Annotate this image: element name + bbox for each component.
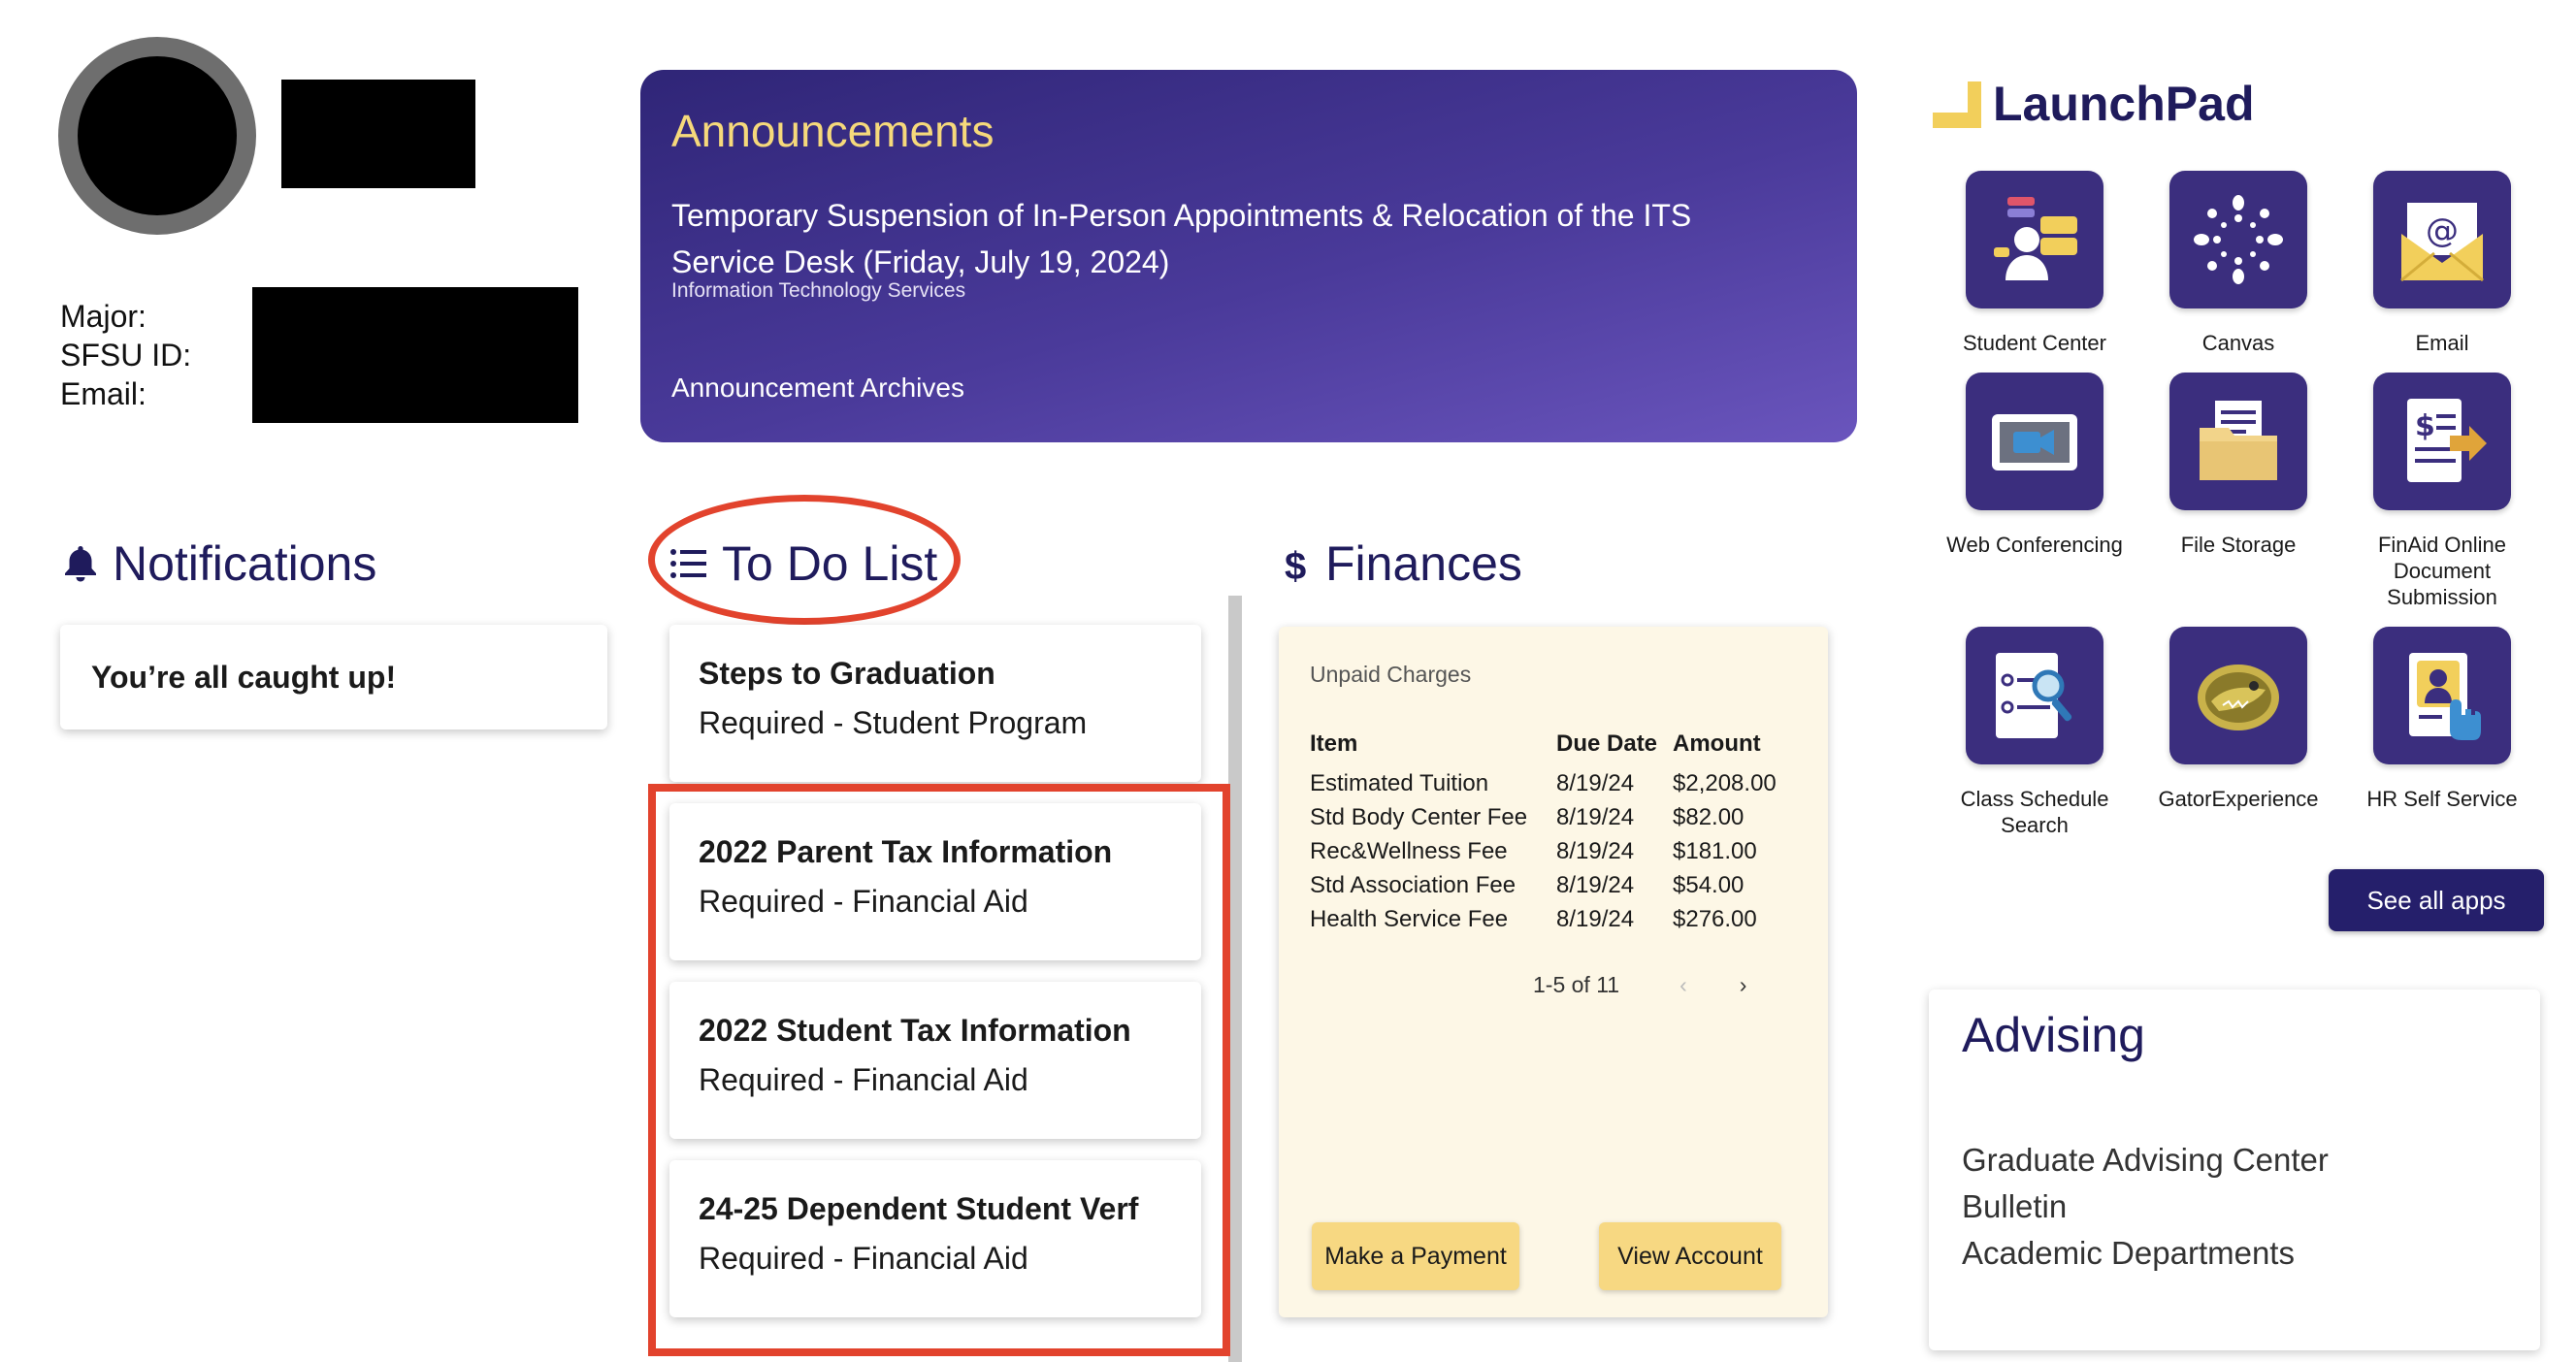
view-account-button[interactable]: View Account [1599,1222,1781,1290]
announcement-link[interactable]: Temporary Suspension of In-Person Appoin… [671,192,1797,285]
charge-item: Health Service Fee [1310,906,1509,932]
app-label: Canvas [2201,331,2275,355]
table-row: Estimated Tuition 8/19/24 $2,208.00 [1310,771,1777,805]
chevron-left-icon[interactable]: ‹ [1679,972,1687,998]
todo-item-title: Steps to Graduation [699,656,995,691]
schedule-search-icon [1966,627,2103,764]
hr-badge-icon [2373,627,2511,764]
avatar [58,37,256,235]
announcement-archives-link[interactable]: Announcement Archives [671,373,964,404]
folder-icon [2169,373,2307,510]
notifications-card: You’re all caught up! [60,625,607,730]
advising-card: Advising Graduate Advising Center Bullet… [1929,989,2540,1350]
notifications-title: Notifications [113,536,377,591]
app-label: Class Schedule Search [1960,787,2109,837]
academic-departments-link[interactable]: Academic Departments [1962,1230,2507,1277]
column-header-item: Item [1310,730,1358,757]
charge-item: Rec&Wellness Fee [1310,838,1508,864]
major-label: Major: [60,299,147,334]
table-row: Health Service Fee 8/19/24 $276.00 [1310,907,1777,941]
profile-info: Major: SFSU ID: Email: [60,297,191,413]
see-all-apps-button[interactable]: See all apps [2329,869,2544,931]
finances-card: Unpaid Charges Item Due Date Amount Esti… [1279,627,1828,1317]
charge-amount: $2,208.00 [1673,770,1777,796]
advising-title: Advising [1962,1008,2145,1062]
app-canvas[interactable]: Canvas [2136,171,2340,356]
notifications-heading: Notifications [62,535,376,592]
charge-due-date: 8/19/24 [1556,838,1635,864]
app-email[interactable]: @ Email [2340,171,2544,356]
launchpad-heading: LaunchPad [1933,76,2254,132]
finances-heading: $ Finances [1283,535,1522,592]
app-finaid-document-submission[interactable]: $ FinAid Online Document Submission [2340,373,2544,610]
todo-item-steps-to-graduation[interactable]: Steps to Graduation Required - Student P… [669,625,1201,782]
charge-amount: $181.00 [1673,838,1757,864]
charge-amount: $276.00 [1673,906,1757,932]
charge-due-date: 8/19/24 [1556,872,1635,898]
charge-item: Std Association Fee [1310,872,1516,898]
chevron-right-icon[interactable]: › [1740,972,1747,998]
table-row: Std Body Center Fee 8/19/24 $82.00 [1310,805,1777,839]
svg-text:$: $ [1285,545,1306,585]
todo-items-highlight [648,784,1230,1356]
app-label: Web Conferencing [1946,533,2123,557]
graduate-advising-center-link[interactable]: Graduate Advising Center [1962,1137,2507,1184]
app-label: HR Self Service [2366,787,2518,811]
charge-amount: $82.00 [1673,804,1745,830]
charge-item: Std Body Center Fee [1310,804,1528,830]
app-gatorexperience[interactable]: GatorExperience [2136,627,2340,812]
make-payment-button[interactable]: Make a Payment [1312,1222,1519,1290]
charges-table: Item Due Date Amount Estimated Tuition 8… [1310,730,1777,941]
svg-text:@: @ [2426,211,2459,250]
todo-item-subtitle: Required - Student Program [699,705,1088,740]
charge-due-date: 8/19/24 [1556,906,1635,932]
app-label: FinAid Online Document Submission [2377,533,2507,609]
charge-item: Estimated Tuition [1310,770,1489,796]
todo-heading-highlight [648,495,961,625]
finances-title: Finances [1325,536,1522,591]
charge-amount: $54.00 [1673,872,1745,898]
pagination-range: 1-5 of 11 [1533,972,1620,997]
app-student-center[interactable]: Student Center [1933,171,2136,356]
redacted-profile-details [252,287,578,423]
dollar-icon: $ [1283,542,1312,585]
student-center-icon [1966,171,2103,308]
app-label: File Storage [2180,533,2297,557]
launchpad-logo-icon [1933,80,1981,128]
table-row: Std Association Fee 8/19/24 $54.00 [1310,873,1777,907]
finaid-document-icon: $ [2373,373,2511,510]
todo-scrollbar[interactable] [1228,596,1242,1362]
gator-icon [2169,627,2307,764]
svg-text:$: $ [2415,409,2435,443]
redacted-name [281,80,475,188]
column-header-due-date: Due Date [1556,730,1658,757]
app-label: Email [2415,331,2469,355]
table-row: Rec&Wellness Fee 8/19/24 $181.00 [1310,839,1777,873]
sfsu-id-label: SFSU ID: [60,338,192,373]
app-label: GatorExperience [2158,787,2319,811]
table-header-row: Item Due Date Amount [1310,730,1777,771]
app-label: Student Center [1963,331,2106,355]
charge-due-date: 8/19/24 [1556,804,1635,830]
column-header-amount: Amount [1673,730,1761,757]
bell-icon [62,544,99,583]
launchpad-title: LaunchPad [1993,77,2255,131]
email-icon: @ [2373,171,2511,308]
app-web-conferencing[interactable]: Web Conferencing [1933,373,2136,558]
charge-due-date: 8/19/24 [1556,770,1635,796]
app-class-schedule-search[interactable]: Class Schedule Search [1933,627,2136,838]
video-camera-icon [1966,373,2103,510]
app-file-storage[interactable]: File Storage [2136,373,2340,558]
bulletin-link[interactable]: Bulletin [1962,1184,2507,1230]
canvas-icon [2169,171,2307,308]
announcements-title: Announcements [671,106,995,156]
announcement-source: Information Technology Services [671,279,966,302]
app-hr-self-service[interactable]: HR Self Service [2340,627,2544,812]
pagination: 1-5 of 11 ‹ › [1533,972,1746,998]
announcements-panel: Announcements Temporary Suspension of In… [640,70,1857,442]
unpaid-charges-label: Unpaid Charges [1310,662,1472,687]
email-label: Email: [60,376,147,411]
